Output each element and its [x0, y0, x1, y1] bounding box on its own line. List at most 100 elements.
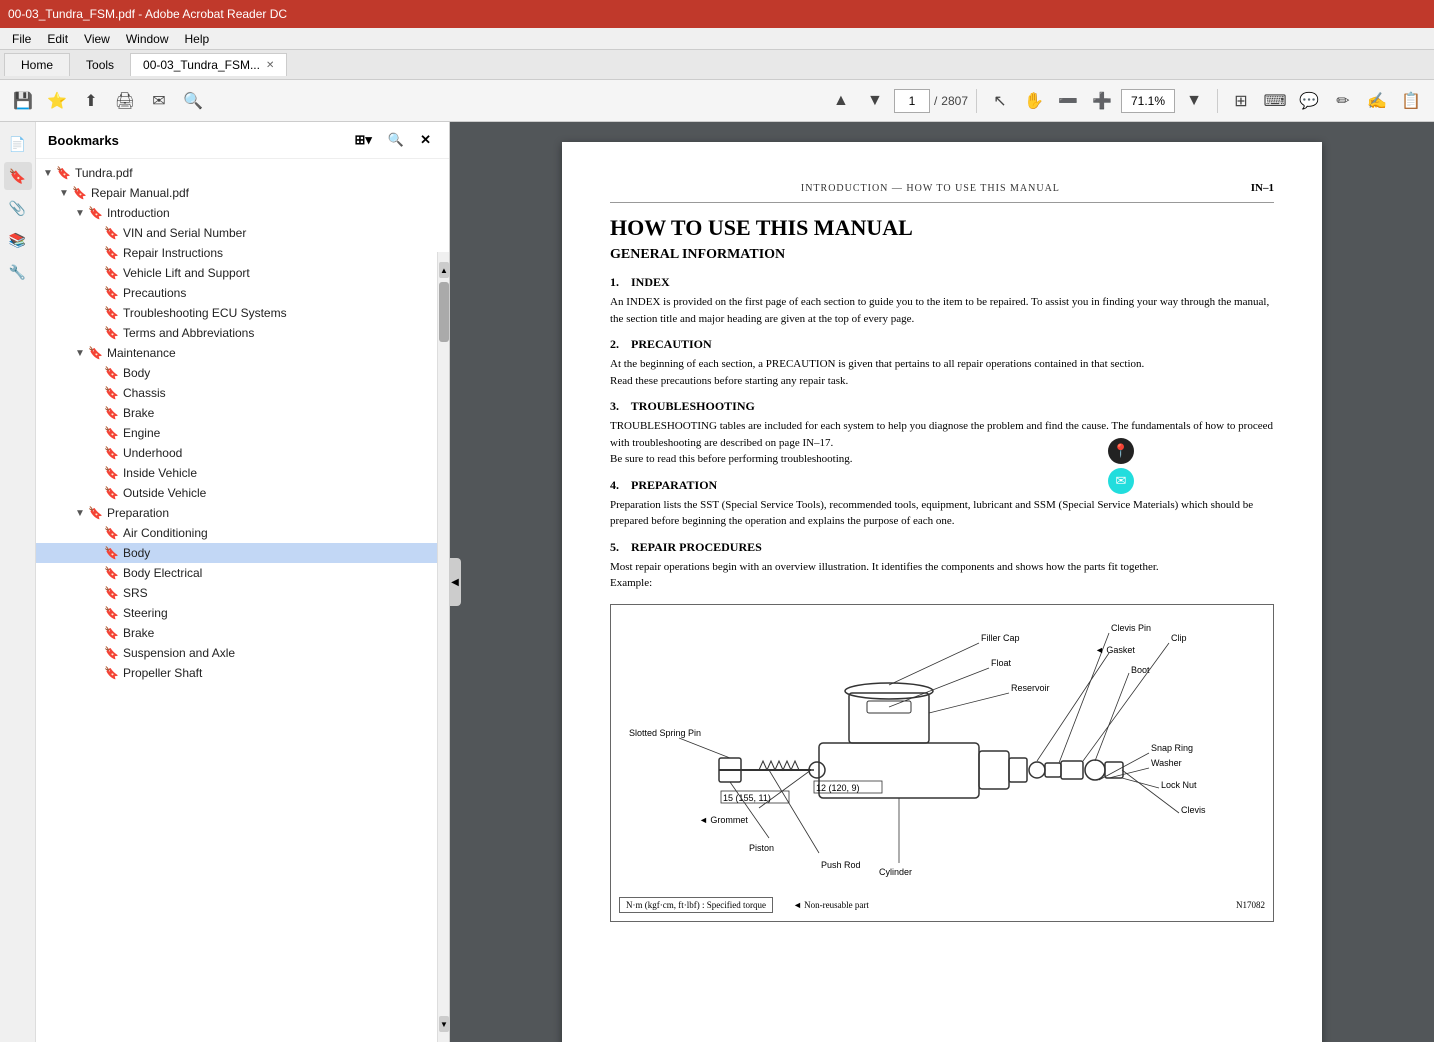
page-separator: /: [934, 94, 937, 108]
label-clip: Clip: [1171, 633, 1187, 643]
tab-close-button[interactable]: ✕: [266, 60, 274, 71]
bookmarks-close-button[interactable]: ✕: [414, 130, 437, 150]
tree-item-suspension[interactable]: ▶ 🔖 Suspension and Axle: [36, 643, 449, 663]
pdf-title: HOW TO USE THIS MANUAL: [610, 215, 1274, 241]
label-outside-vehicle: Outside Vehicle: [123, 486, 206, 500]
tab-tools[interactable]: Tools: [70, 54, 130, 76]
tree-item-air-conditioning[interactable]: ▶ 🔖 Air Conditioning: [36, 523, 449, 543]
next-page-button[interactable]: ▼: [860, 86, 890, 116]
toggle-maintenance[interactable]: ▼: [72, 348, 88, 359]
bookmarks-tree: ▼ 🔖 Tundra.pdf ▼ 🔖 Repair Manual.pdf ▼ 🔖: [36, 159, 449, 687]
menu-help[interactable]: Help: [177, 30, 218, 48]
comment-button[interactable]: 💬: [1294, 86, 1324, 116]
toggle-repair-manual[interactable]: ▼: [56, 188, 72, 199]
tab-document[interactable]: 00-03_Tundra_FSM... ✕: [130, 53, 287, 76]
tree-item-repair-instructions[interactable]: ▶ 🔖 Repair Instructions: [36, 243, 449, 263]
hand-tool-button[interactable]: ✋: [1019, 86, 1049, 116]
sidebar-icon-tools[interactable]: 🔧: [4, 258, 32, 286]
save-button[interactable]: 💾: [8, 86, 38, 116]
sidebar-icon-pages[interactable]: 📄: [4, 130, 32, 158]
bookmarks-options-button[interactable]: ⊞▾: [348, 130, 377, 150]
fit-button[interactable]: ⊞: [1226, 86, 1256, 116]
toggle-tundra[interactable]: ▼: [40, 168, 56, 179]
tree-item-vehicle-lift[interactable]: ▶ 🔖 Vehicle Lift and Support: [36, 263, 449, 283]
bookmark-icon-underhood: 🔖: [104, 446, 119, 460]
search-button[interactable]: 🔍: [178, 86, 208, 116]
scroll-down-button[interactable]: ▼: [439, 1016, 449, 1032]
tree-item-troubleshooting-ecu[interactable]: ▶ 🔖 Troubleshooting ECU Systems: [36, 303, 449, 323]
tree-item-body-prep[interactable]: ▶ 🔖 Body: [36, 543, 449, 563]
menu-file[interactable]: File: [4, 30, 39, 48]
gray-margin-right: [1322, 142, 1402, 1042]
tree-item-precautions[interactable]: ▶ 🔖 Precautions: [36, 283, 449, 303]
tree-item-terms[interactable]: ▶ 🔖 Terms and Abbreviations: [36, 323, 449, 343]
label-terms: Terms and Abbreviations: [123, 326, 254, 340]
print-button[interactable]: 🖨: [110, 86, 140, 116]
draw-button[interactable]: ✏: [1328, 86, 1358, 116]
section-3-heading: 3. TROUBLESHOOTING: [610, 399, 1274, 414]
zoom-in-button[interactable]: ➕: [1087, 86, 1117, 116]
bookmarks-search-button[interactable]: 🔍: [382, 130, 410, 150]
tree-item-repair-manual[interactable]: ▼ 🔖 Repair Manual.pdf: [36, 183, 449, 203]
tree-item-vin[interactable]: ▶ 🔖 VIN and Serial Number: [36, 223, 449, 243]
tree-item-underhood[interactable]: ▶ 🔖 Underhood: [36, 443, 449, 463]
bookmarks-tree-scroll[interactable]: ▼ 🔖 Tundra.pdf ▼ 🔖 Repair Manual.pdf ▼ 🔖: [36, 159, 449, 1042]
label-lock-nut: Lock Nut: [1161, 780, 1197, 790]
tree-item-introduction[interactable]: ▼ 🔖 Introduction: [36, 203, 449, 223]
prev-page-button[interactable]: ▲: [826, 86, 856, 116]
scroll-up-button[interactable]: ▲: [439, 262, 449, 278]
tree-item-maintenance[interactable]: ▼ 🔖 Maintenance: [36, 343, 449, 363]
tab-home[interactable]: Home: [4, 53, 70, 76]
tree-item-preparation[interactable]: ▼ 🔖 Preparation: [36, 503, 449, 523]
section-3-number: 3.: [610, 399, 628, 413]
section-2-body: At the beginning of each section, a PREC…: [610, 356, 1274, 389]
scroll-thumb[interactable]: [439, 282, 449, 342]
tree-item-chassis[interactable]: ▶ 🔖 Chassis: [36, 383, 449, 403]
tree-item-brake-prep[interactable]: ▶ 🔖 Brake: [36, 623, 449, 643]
menu-view[interactable]: View: [76, 30, 118, 48]
sidebar: 📄 🔖 📎 📚 🔧 Bookmarks ⊞▾ 🔍 ✕ ▼: [0, 122, 450, 1042]
highlight-button[interactable]: ✍: [1362, 86, 1392, 116]
sidebar-icon-layers[interactable]: 📚: [4, 226, 32, 254]
tree-item-steering[interactable]: ▶ 🔖 Steering: [36, 603, 449, 623]
upload-button[interactable]: ⬆: [76, 86, 106, 116]
email-button[interactable]: ✉: [144, 86, 174, 116]
bookmark-icon-preparation: 🔖: [88, 506, 103, 520]
menu-edit[interactable]: Edit: [39, 30, 76, 48]
tree-item-body-maintenance[interactable]: ▶ 🔖 Body: [36, 363, 449, 383]
sidebar-icon-bookmarks[interactable]: 🔖: [4, 162, 32, 190]
overlay-note-icon[interactable]: ✉: [1108, 468, 1134, 494]
page-number-input[interactable]: [894, 89, 930, 113]
tree-item-propeller[interactable]: ▶ 🔖 Propeller Shaft: [36, 663, 449, 683]
tree-item-tundra[interactable]: ▼ 🔖 Tundra.pdf: [36, 163, 449, 183]
menu-window[interactable]: Window: [118, 30, 177, 48]
sign-button[interactable]: 📋: [1396, 86, 1426, 116]
tree-item-inside-vehicle[interactable]: ▶ 🔖 Inside Vehicle: [36, 463, 449, 483]
section-5-number: 5.: [610, 540, 628, 554]
tab-bar: Home Tools 00-03_Tundra_FSM... ✕: [0, 50, 1434, 80]
tree-item-brake-maintenance[interactable]: ▶ 🔖 Brake: [36, 403, 449, 423]
diagram-notes: N·m (kgf·cm, ft·lbf) : Specified torque …: [619, 897, 1265, 913]
collapse-sidebar-button[interactable]: ◀: [449, 558, 461, 606]
toggle-introduction[interactable]: ▼: [72, 208, 88, 219]
zoom-input[interactable]: [1121, 89, 1175, 113]
tree-item-srs[interactable]: ▶ 🔖 SRS: [36, 583, 449, 603]
sidebar-icon-attachments[interactable]: 📎: [4, 194, 32, 222]
toggle-preparation[interactable]: ▼: [72, 508, 88, 519]
tree-item-outside-vehicle[interactable]: ▶ 🔖 Outside Vehicle: [36, 483, 449, 503]
label-float: Float: [991, 658, 1012, 668]
bookmark-icon-steering: 🔖: [104, 606, 119, 620]
bookmark-button[interactable]: ⭐: [42, 86, 72, 116]
select-tool-button[interactable]: ↖: [985, 86, 1015, 116]
content-area[interactable]: 📍 ✉ INTRODUCTION — HOW TO USE THIS MANUA…: [450, 122, 1434, 1042]
tree-item-body-electrical[interactable]: ▶ 🔖 Body Electrical: [36, 563, 449, 583]
zoom-out-button[interactable]: ➖: [1053, 86, 1083, 116]
label-preparation: Preparation: [107, 506, 169, 520]
label-srs: SRS: [123, 586, 148, 600]
overlay-pin-icon[interactable]: 📍: [1108, 438, 1134, 464]
section-5-title: REPAIR PROCEDURES: [631, 540, 762, 554]
rotate-button[interactable]: ⌨: [1260, 86, 1290, 116]
zoom-dropdown-button[interactable]: ▼: [1179, 86, 1209, 116]
tree-item-engine[interactable]: ▶ 🔖 Engine: [36, 423, 449, 443]
section-2-title: PRECAUTION: [631, 337, 712, 351]
